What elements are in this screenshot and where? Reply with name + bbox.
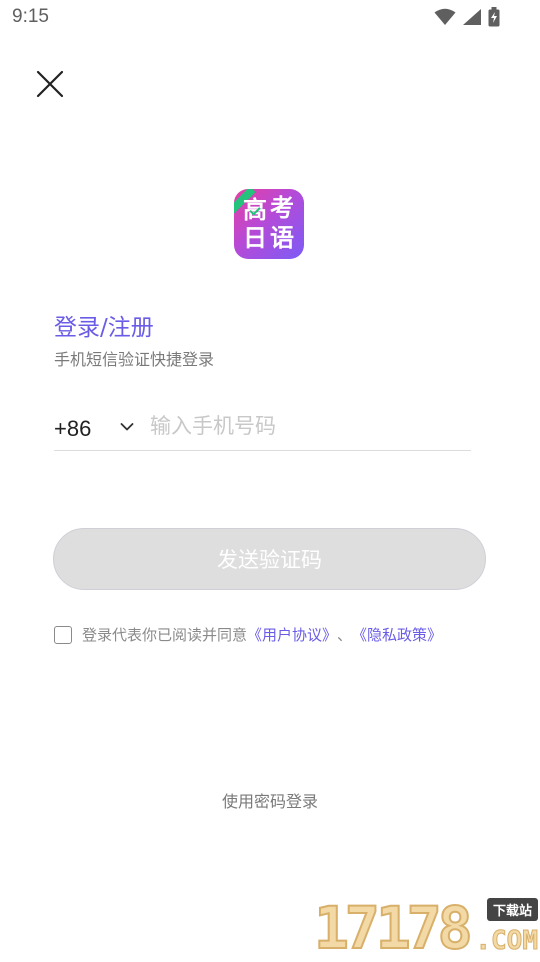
close-button[interactable] (34, 68, 66, 100)
app-logo: 高 考 日 语 (234, 189, 304, 259)
watermark-tag: 下载站 (486, 898, 538, 921)
close-icon (36, 70, 64, 98)
agreement-separator: 、 (337, 626, 353, 644)
watermark-digits: 17178 (313, 894, 474, 962)
status-icons (434, 7, 500, 27)
battery-charging-icon (488, 7, 500, 27)
logo-char: 语 (270, 224, 294, 252)
user-agreement-link[interactable]: 《用户协议》 (247, 624, 337, 645)
chevron-down-icon[interactable] (120, 420, 134, 434)
phone-input-row: +86 (54, 404, 471, 451)
status-bar: 9:15 (0, 0, 540, 36)
phone-number-input[interactable] (150, 408, 468, 444)
send-code-button[interactable]: 发送验证码 (53, 528, 486, 590)
agreement-checkbox[interactable] (54, 625, 72, 644)
site-watermark: 17178 下载站 .COM (313, 894, 539, 962)
signal-icon (463, 9, 481, 25)
wifi-icon (434, 8, 456, 25)
page-title: 登录/注册 (54, 315, 154, 341)
agreement-text: 登录代表你已阅读并同意 (82, 626, 248, 644)
privacy-policy-link[interactable]: 《隐私政策》 (352, 624, 442, 645)
logo-char: 日 (243, 224, 267, 252)
agreement-row: 登录代表你已阅读并同意 《用户协议》 、 《隐私政策》 (54, 624, 442, 645)
status-time: 9:15 (12, 6, 49, 27)
page-subtitle: 手机短信验证快捷登录 (54, 350, 215, 369)
country-code-label[interactable]: +86 (54, 416, 91, 442)
logo-char: 考 (270, 194, 294, 222)
watermark-suffix: .COM (475, 926, 539, 957)
password-login-link[interactable]: 使用密码登录 (0, 788, 540, 812)
